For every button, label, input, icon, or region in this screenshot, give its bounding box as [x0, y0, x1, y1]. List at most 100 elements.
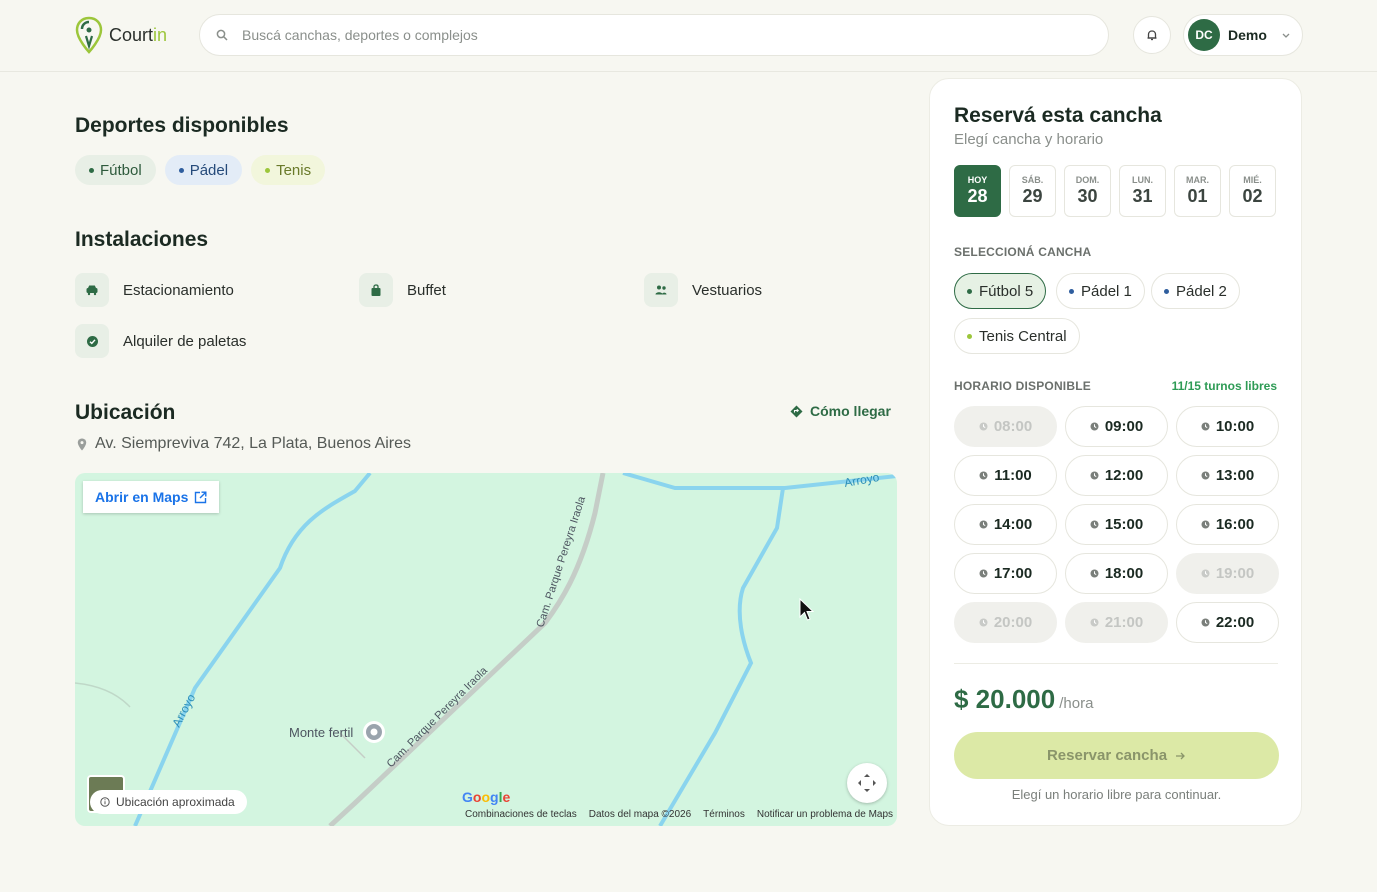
check-circle-icon — [75, 324, 109, 358]
time-slot[interactable]: 16:00 — [1176, 504, 1279, 545]
time-slot[interactable]: 09:00 — [1065, 406, 1168, 447]
day-number: 31 — [1132, 186, 1153, 206]
open-in-maps-button[interactable]: Abrir en Maps — [83, 481, 220, 513]
booking-subtitle: Elegí cancha y horario — [954, 131, 1104, 148]
sports-title: Deportes disponibles — [75, 114, 289, 137]
map-footer: Combinaciones de teclas Datos del mapa ©… — [465, 809, 893, 820]
sport-dot — [89, 167, 94, 173]
facility-lockers: Vestuarios — [644, 273, 762, 307]
search-input[interactable] — [242, 27, 1062, 43]
sport-label: Fútbol — [100, 161, 142, 179]
user-menu[interactable]: DC Demo — [1183, 14, 1303, 56]
day-option[interactable]: SÁB. 29 — [1009, 165, 1056, 217]
time-slot[interactable]: 13:00 — [1176, 455, 1279, 496]
directions-link[interactable]: Cómo llegar — [790, 403, 891, 419]
clock-icon — [979, 520, 988, 529]
reserve-button[interactable]: Reservar cancha — [954, 732, 1279, 779]
logo[interactable]: Courtin — [75, 16, 167, 54]
court-label: Fútbol 5 — [979, 282, 1034, 300]
time-slot: 19:00 — [1176, 553, 1279, 594]
day-option[interactable]: LUN. 31 — [1119, 165, 1166, 217]
day-number: 02 — [1242, 186, 1263, 206]
time-slot[interactable]: 17:00 — [954, 553, 1057, 594]
booking-panel: Reservá esta cancha Elegí cancha y horar… — [929, 78, 1302, 826]
time-slot-label: 18:00 — [1104, 565, 1144, 582]
facility-label: Vestuarios — [692, 281, 763, 299]
avatar: DC — [1188, 19, 1220, 51]
time-slot[interactable]: 11:00 — [954, 455, 1057, 496]
map-stream-label-2: Arroyo — [843, 473, 881, 490]
court-option[interactable]: Pádel 1 — [1056, 273, 1145, 309]
day-weekday: DOM. — [1075, 175, 1100, 185]
map-canvas[interactable]: Monte fertil Cam. Parque Pereyra Iraola … — [75, 473, 897, 826]
clock-icon — [1201, 471, 1210, 480]
clock-icon — [1201, 520, 1210, 529]
clock-icon — [979, 618, 988, 627]
day-weekday: MAR. — [1186, 175, 1209, 185]
day-number: 29 — [1022, 186, 1043, 206]
day-option[interactable]: MAR. 01 — [1174, 165, 1221, 217]
facility-buffet: Buffet — [359, 273, 446, 307]
time-slot[interactable]: 10:00 — [1176, 406, 1279, 447]
facility-label: Buffet — [407, 281, 446, 299]
fullscreen-button[interactable] — [847, 763, 887, 803]
open-in-maps-label: Abrir en Maps — [95, 489, 189, 505]
time-slot[interactable]: 15:00 — [1065, 504, 1168, 545]
clock-icon — [1201, 422, 1210, 431]
map-footer-report[interactable]: Notificar un problema de Maps — [757, 809, 893, 820]
notifications-button[interactable] — [1133, 16, 1171, 54]
clock-icon — [1090, 520, 1099, 529]
free-slots-count: 11/15 turnos libres — [1171, 379, 1277, 393]
sport-chip: Pádel — [164, 155, 243, 185]
day-number: 28 — [967, 186, 988, 206]
google-logo-letter: e — [502, 789, 511, 805]
time-slot-label: 14:00 — [993, 516, 1033, 533]
map-footer-terms[interactable]: Términos — [703, 809, 745, 820]
time-slot[interactable]: 12:00 — [1065, 455, 1168, 496]
time-slot-label: 11:00 — [994, 467, 1032, 484]
day-weekday: LUN. — [1132, 175, 1153, 185]
car-icon — [75, 273, 109, 307]
price-unit: /hora — [1059, 695, 1094, 712]
time-slot-label: 20:00 — [993, 614, 1033, 631]
directions-icon — [790, 405, 803, 417]
clock-icon — [979, 569, 988, 578]
map-footer-data: Datos del mapa ©2026 — [588, 809, 692, 820]
sport-label: Pádel — [189, 161, 229, 179]
clock-icon — [1201, 618, 1210, 627]
map[interactable]: Monte fertil Cam. Parque Pereyra Iraola … — [75, 473, 897, 826]
address: Av. Siempreviva 742, La Plata, Buenos Ai… — [77, 435, 411, 453]
day-option[interactable]: DOM. 30 — [1064, 165, 1111, 217]
facility-label: Alquiler de paletas — [123, 332, 247, 350]
time-slot: 08:00 — [954, 406, 1057, 447]
time-slot[interactable]: 22:00 — [1176, 602, 1279, 643]
reserve-hint: Elegí un horario libre para continuar. — [1011, 787, 1222, 802]
time-slot-label: 08:00 — [993, 418, 1033, 435]
sport-chip: Fútbol — [75, 155, 156, 185]
court-dot — [967, 288, 972, 294]
time-slot-label: 22:00 — [1215, 614, 1255, 631]
time-slot[interactable]: 18:00 — [1065, 553, 1168, 594]
time-slot-label: 10:00 — [1215, 418, 1255, 435]
map-footer-shortcuts[interactable]: Combinaciones de teclas — [465, 809, 577, 820]
sport-dot — [178, 167, 184, 173]
mouse-cursor — [799, 598, 815, 621]
time-slot-label: 13:00 — [1215, 467, 1255, 484]
map-place-label: Monte fertil — [289, 725, 353, 740]
search-bar[interactable] — [199, 14, 1109, 56]
court-option[interactable]: Tenis Central — [954, 318, 1080, 354]
clock-icon — [1090, 471, 1099, 480]
clock-icon — [1090, 422, 1099, 431]
chevron-down-icon — [1282, 33, 1290, 38]
logo-text: Courtin — [109, 24, 168, 45]
logo-pin-icon — [75, 16, 103, 54]
court-option[interactable]: Pádel 2 — [1151, 273, 1240, 309]
court-option[interactable]: Fútbol 5 — [954, 273, 1047, 309]
day-option[interactable]: HOY 28 — [954, 165, 1001, 217]
time-slot-label: 12:00 — [1104, 467, 1144, 484]
day-option[interactable]: MIÉ. 02 — [1229, 165, 1276, 217]
time-slot-label: 19:00 — [1215, 565, 1255, 582]
schedule-section-label: HORARIO DISPONIBLE — [954, 379, 1091, 393]
clock-icon — [1090, 618, 1099, 627]
time-slot[interactable]: 14:00 — [954, 504, 1057, 545]
